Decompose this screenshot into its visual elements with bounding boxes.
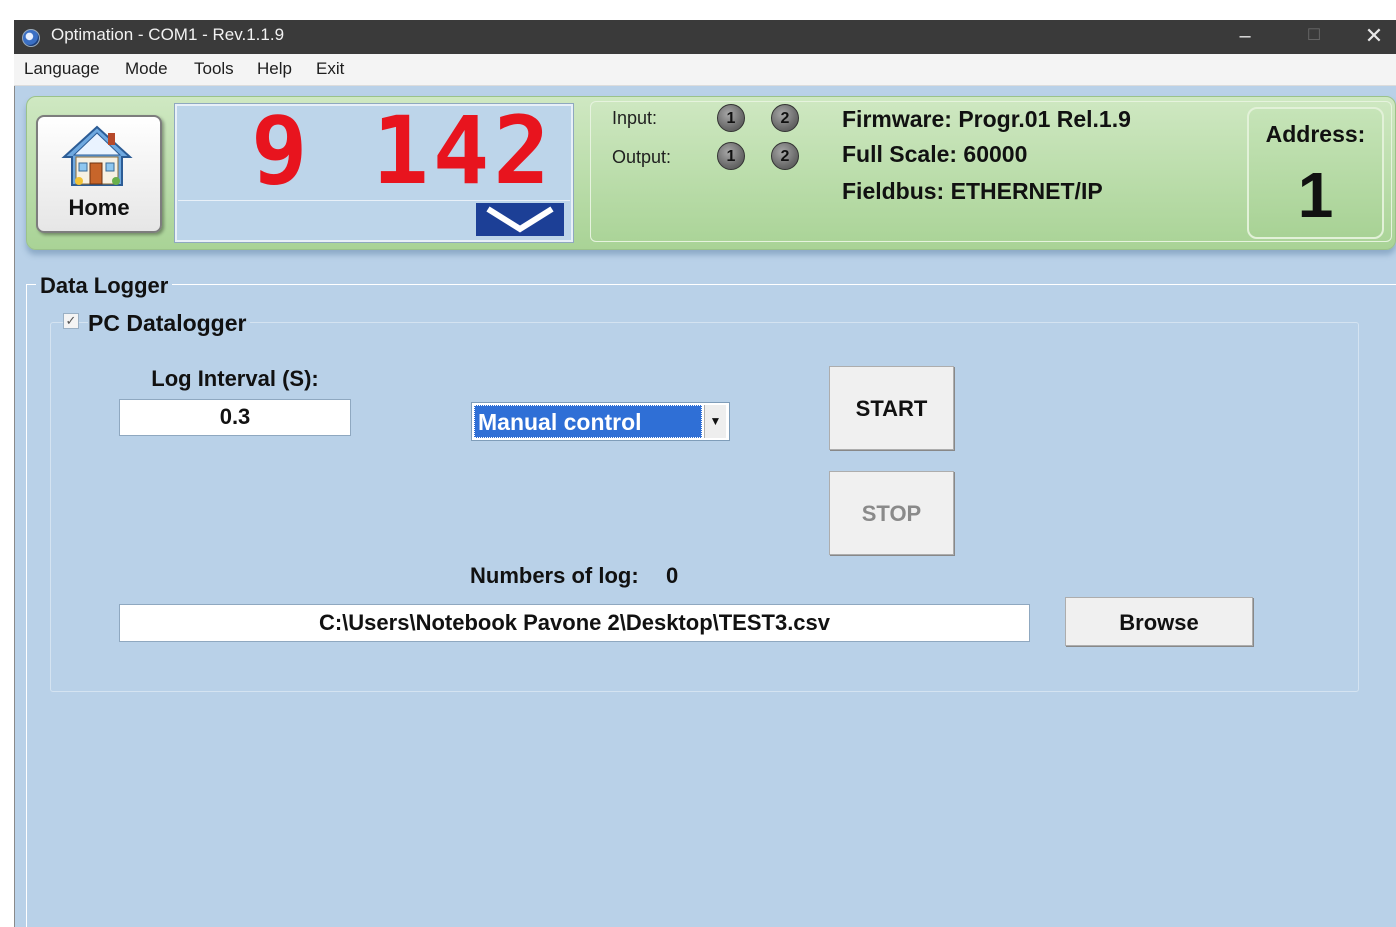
output-label: Output: [612, 147, 672, 167]
mode-select-value[interactable]: Manual control [474, 405, 702, 438]
display-indicator [476, 203, 564, 236]
minimize-button[interactable]: – [1215, 20, 1275, 54]
input-led-2: 2 [771, 104, 799, 132]
stop-button[interactable]: STOP [829, 471, 954, 555]
start-button[interactable]: START [829, 366, 954, 450]
numbers-of-log-value: 0 [666, 563, 679, 588]
browse-button[interactable]: Browse [1065, 597, 1253, 646]
input-label: Input: [612, 108, 658, 128]
display-value: 9 142 [251, 97, 554, 206]
menu-exit[interactable]: Exit [316, 58, 344, 80]
pc-datalogger-checkbox[interactable]: ✓ [63, 313, 79, 329]
output-led-2: 2 [771, 142, 799, 170]
address-value: 1 [1297, 159, 1334, 231]
address-label: Address: [1265, 121, 1366, 147]
numbers-of-log-label: Numbers of log: [470, 563, 639, 588]
pc-datalogger-label[interactable]: PC Datalogger [88, 309, 251, 337]
home-label: Home [68, 195, 130, 220]
maximize-button[interactable]: ☐ [1284, 20, 1344, 54]
log-interval-input[interactable]: 0.3 [119, 399, 351, 436]
app-icon [22, 29, 40, 47]
menu-tools[interactable]: Tools [194, 58, 234, 80]
menu-help[interactable]: Help [257, 58, 292, 80]
fieldbus-info: Fieldbus: ETHERNET/IP [842, 178, 1103, 204]
display-divider [178, 200, 570, 201]
chevron-down-icon [486, 206, 554, 233]
file-path-field[interactable]: C:\Users\Notebook Pavone 2\Desktop\TEST3… [119, 604, 1030, 642]
window-title: Optimation - COM1 - Rev.1.1.9 [51, 25, 285, 44]
output-led-1: 1 [717, 142, 745, 170]
log-interval-label: Log Interval (S): [151, 366, 319, 391]
dropdown-arrow-icon[interactable]: ▼ [704, 405, 726, 438]
menu-mode[interactable]: Mode [125, 58, 168, 80]
full-scale-info: Full Scale: 60000 [842, 141, 1028, 167]
data-logger-title: Data Logger [36, 273, 173, 299]
home-icon [61, 125, 133, 186]
menu-language[interactable]: Language [24, 58, 100, 80]
close-button[interactable]: ✕ [1352, 20, 1396, 54]
firmware-info: Firmware: Progr.01 Rel.1.9 [842, 106, 1131, 132]
input-led-1: 1 [717, 104, 745, 132]
